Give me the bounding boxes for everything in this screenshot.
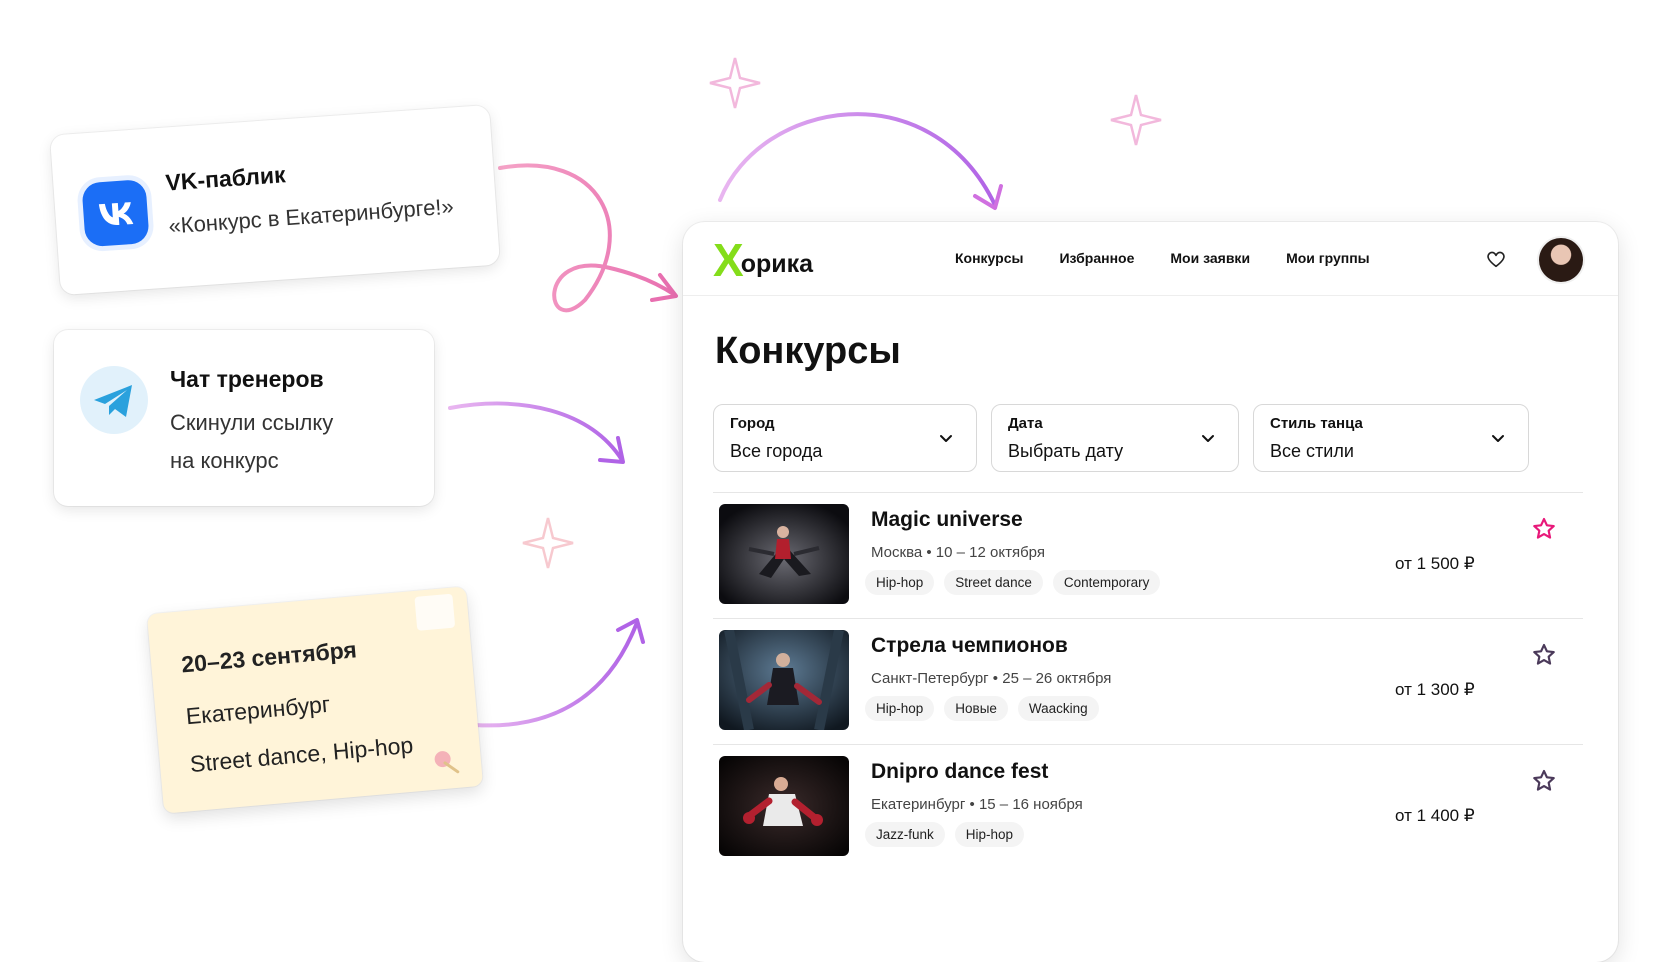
tag: Hip-hop bbox=[865, 696, 935, 721]
avatar[interactable] bbox=[1539, 238, 1583, 282]
note-fold bbox=[414, 593, 456, 631]
chevron-down-icon bbox=[940, 435, 952, 442]
contest-row[interactable]: Dnipro dance fest Екатеринбург • 15 – 16… bbox=[713, 746, 1583, 856]
contest-row[interactable]: Стрела чемпионов Санкт-Петербург • 25 – … bbox=[713, 620, 1583, 730]
heart-icon[interactable] bbox=[1485, 248, 1507, 270]
contest-meta: Санкт-Петербург • 25 – 26 октября bbox=[871, 670, 1112, 687]
note-styles: Street dance, Hip-hop bbox=[188, 731, 415, 778]
main-nav: Конкурсы Избранное Мои заявки Мои группы bbox=[955, 250, 1370, 266]
vk-source-card: VK-паблик «Конкурс в Екатеринбурге!» bbox=[49, 104, 501, 296]
telegram-card-line2: на конкурс bbox=[170, 448, 279, 473]
city-filter[interactable]: Город Все города bbox=[713, 404, 977, 472]
contest-tags: Jazz-funk Hip-hop bbox=[865, 822, 1025, 847]
logo[interactable]: Х орика bbox=[713, 234, 814, 286]
chevron-down-icon bbox=[1202, 435, 1214, 442]
note-city: Екатеринбург bbox=[184, 690, 332, 730]
page-title: Конкурсы bbox=[715, 330, 901, 372]
divider bbox=[713, 618, 1583, 619]
filter-label: Стиль танца bbox=[1270, 415, 1363, 432]
contest-tags: Hip-hop Новые Waacking bbox=[865, 696, 1099, 721]
divider bbox=[713, 744, 1583, 745]
tag: Hip-hop bbox=[954, 822, 1025, 847]
contest-image bbox=[719, 504, 849, 604]
star-icon[interactable] bbox=[1531, 642, 1557, 668]
star-icon[interactable] bbox=[1531, 768, 1557, 794]
tag: Hip-hop bbox=[865, 570, 935, 595]
logo-text: орика bbox=[740, 250, 814, 278]
date-filter[interactable]: Дата Выбрать дату bbox=[991, 404, 1239, 472]
sparkle-1 bbox=[709, 57, 761, 109]
telegram-card-title: Чат тренеров bbox=[170, 366, 324, 392]
tag: Новые bbox=[944, 696, 1008, 721]
filter-value: Все города bbox=[730, 441, 823, 461]
contest-title[interactable]: Magic universe bbox=[871, 508, 1023, 532]
contest-price: от 1 400 ₽ bbox=[1395, 806, 1475, 825]
contest-image bbox=[719, 756, 849, 856]
nav-contests[interactable]: Конкурсы bbox=[955, 250, 1023, 266]
contest-price: от 1 300 ₽ bbox=[1395, 680, 1475, 699]
vk-card-text: «Конкурс в Екатеринбурге!» bbox=[167, 193, 455, 239]
app-header: Х орика Конкурсы Избранное Мои заявки Мо… bbox=[683, 222, 1618, 296]
filter-value: Все стили bbox=[1270, 441, 1354, 461]
note-dates: 20–23 сентября bbox=[180, 636, 358, 678]
star-icon[interactable] bbox=[1531, 516, 1557, 542]
vk-logo-icon bbox=[81, 179, 150, 248]
contest-image bbox=[719, 630, 849, 730]
sparkle-2 bbox=[1110, 94, 1162, 146]
sparkle-3 bbox=[522, 517, 574, 569]
arrow-note bbox=[473, 623, 638, 728]
pin-icon bbox=[434, 751, 460, 774]
divider bbox=[713, 492, 1583, 493]
telegram-card-line1: Скинули ссылку bbox=[170, 410, 334, 435]
tag: Waacking bbox=[1017, 696, 1099, 721]
filter-label: Город bbox=[730, 415, 775, 432]
telegram-logo-icon bbox=[80, 366, 148, 434]
nav-my-applications[interactable]: Мои заявки bbox=[1170, 250, 1250, 266]
nav-my-groups[interactable]: Мои группы bbox=[1286, 250, 1370, 266]
contest-meta: Екатеринбург • 15 – 16 ноября bbox=[871, 796, 1083, 813]
contest-tags: Hip-hop Street dance Contemporary bbox=[865, 570, 1161, 595]
nav-favorites[interactable]: Избранное bbox=[1059, 250, 1134, 266]
sticky-note: 20–23 сентября Екатеринбург Street dance… bbox=[146, 586, 484, 814]
tag: Jazz-funk bbox=[865, 822, 945, 847]
contest-row[interactable]: Magic universe Москва • 10 – 12 октября … bbox=[713, 494, 1583, 604]
chevron-down-icon bbox=[1492, 435, 1504, 442]
contest-price: от 1 500 ₽ bbox=[1395, 554, 1475, 573]
telegram-source-card: Чат тренеров Скинули ссылку на конкурс bbox=[54, 330, 434, 506]
tag: Contemporary bbox=[1052, 570, 1161, 595]
arrow-top bbox=[718, 112, 997, 207]
filter-value: Выбрать дату bbox=[1008, 441, 1124, 461]
filter-label: Дата bbox=[1008, 415, 1043, 432]
arrow-telegram bbox=[448, 401, 624, 462]
vk-card-title: VK-паблик bbox=[164, 161, 287, 196]
arrow-vk bbox=[498, 163, 677, 313]
contest-title[interactable]: Dnipro dance fest bbox=[871, 760, 1048, 784]
dance-style-filter[interactable]: Стиль танца Все стили bbox=[1253, 404, 1529, 472]
tag: Street dance bbox=[944, 570, 1043, 595]
contest-meta: Москва • 10 – 12 октября bbox=[871, 544, 1045, 561]
contest-title[interactable]: Стрела чемпионов bbox=[871, 634, 1068, 658]
app-window: Х орика Конкурсы Избранное Мои заявки Мо… bbox=[683, 222, 1618, 962]
logo-mark: Х bbox=[713, 234, 744, 286]
